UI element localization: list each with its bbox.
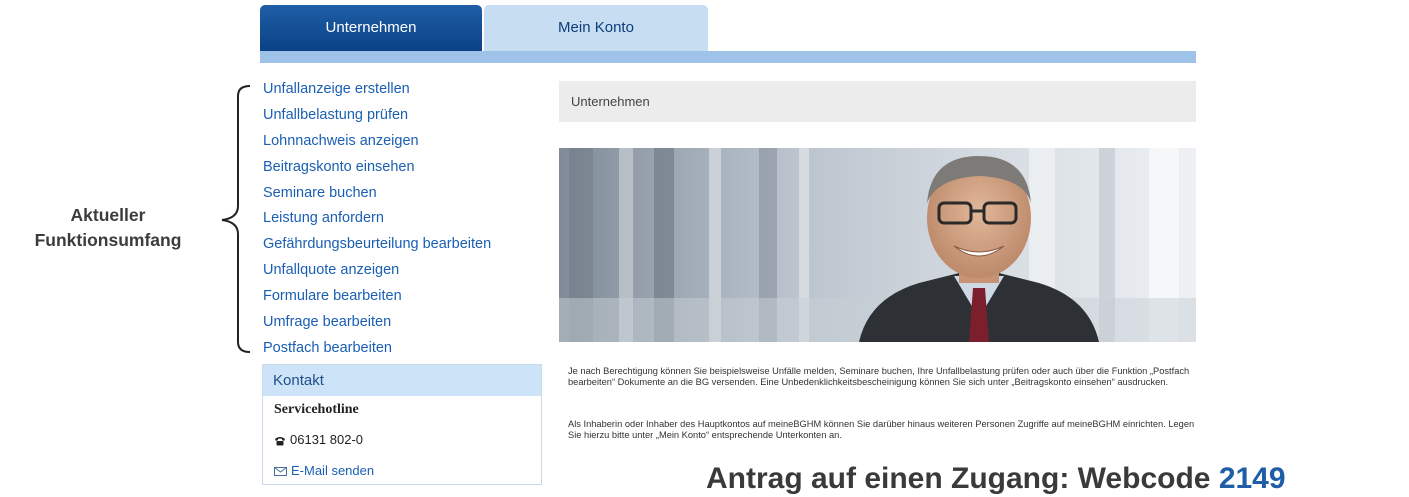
function-menu: Unfallanzeige erstellen Unfallbelastung … <box>263 77 491 362</box>
curly-bracket <box>221 85 251 353</box>
nav-item-unfallanzeige[interactable]: Unfallanzeige erstellen <box>263 77 491 103</box>
tab-unternehmen[interactable]: Unternehmen <box>260 5 482 51</box>
nav-item-formulare[interactable]: Formulare bearbeiten <box>263 284 491 310</box>
footer-webcode: Antrag auf einen Zugang: Webcode 2149 <box>706 461 1286 497</box>
nav-item-lohnnachweis[interactable]: Lohnnachweis anzeigen <box>263 129 491 155</box>
info-paragraph-1: Je nach Berechtigung können Sie beispiel… <box>568 366 1190 387</box>
contact-box: Kontakt Servicehotline 06131 802-0 E-Mai… <box>262 364 542 485</box>
contact-phone: 06131 802-0 <box>290 432 364 447</box>
nav-item-postfach[interactable]: Postfach bearbeiten <box>263 336 491 362</box>
footer-code: 2149 <box>1218 462 1286 495</box>
annotation-label: Aktueller Funktionsumfang <box>0 203 216 253</box>
section-title: Unternehmen <box>559 81 1196 122</box>
footer-text: Antrag auf einen Zugang: Webcode <box>706 462 1211 495</box>
nav-item-unfallquote[interactable]: Unfallquote anzeigen <box>263 258 491 284</box>
contact-title: Servicehotline <box>274 402 359 417</box>
info-paragraph-2: Als Inhaberin oder Inhaber des Hauptkont… <box>568 419 1195 440</box>
nav-item-unfallbelastung[interactable]: Unfallbelastung prüfen <box>263 103 491 129</box>
phone-icon <box>275 436 285 446</box>
nav-item-seminare[interactable]: Seminare buchen <box>263 181 491 207</box>
contact-heading: Kontakt <box>263 365 541 396</box>
email-link[interactable]: E-Mail senden <box>274 463 374 478</box>
nav-item-gefaehrdungsbeurteilung[interactable]: Gefährdungsbeurteilung bearbeiten <box>263 232 491 258</box>
mail-icon <box>274 467 287 477</box>
annotation-line-1: Aktueller <box>70 205 146 225</box>
email-label: E-Mail senden <box>291 463 375 478</box>
annotation-line-2: Funktionsumfang <box>34 230 182 250</box>
contact-phone-row: 06131 802-0 <box>274 432 363 447</box>
nav-item-leistung[interactable]: Leistung anfordern <box>263 206 491 232</box>
nav-item-beitragskonto[interactable]: Beitragskonto einsehen <box>263 155 491 181</box>
businessman-photo <box>559 148 1196 342</box>
tab-mein-konto[interactable]: Mein Konto <box>484 5 708 51</box>
tab-bar <box>260 51 1196 63</box>
nav-item-umfrage[interactable]: Umfrage bearbeiten <box>263 310 491 336</box>
hero-image <box>559 148 1196 342</box>
